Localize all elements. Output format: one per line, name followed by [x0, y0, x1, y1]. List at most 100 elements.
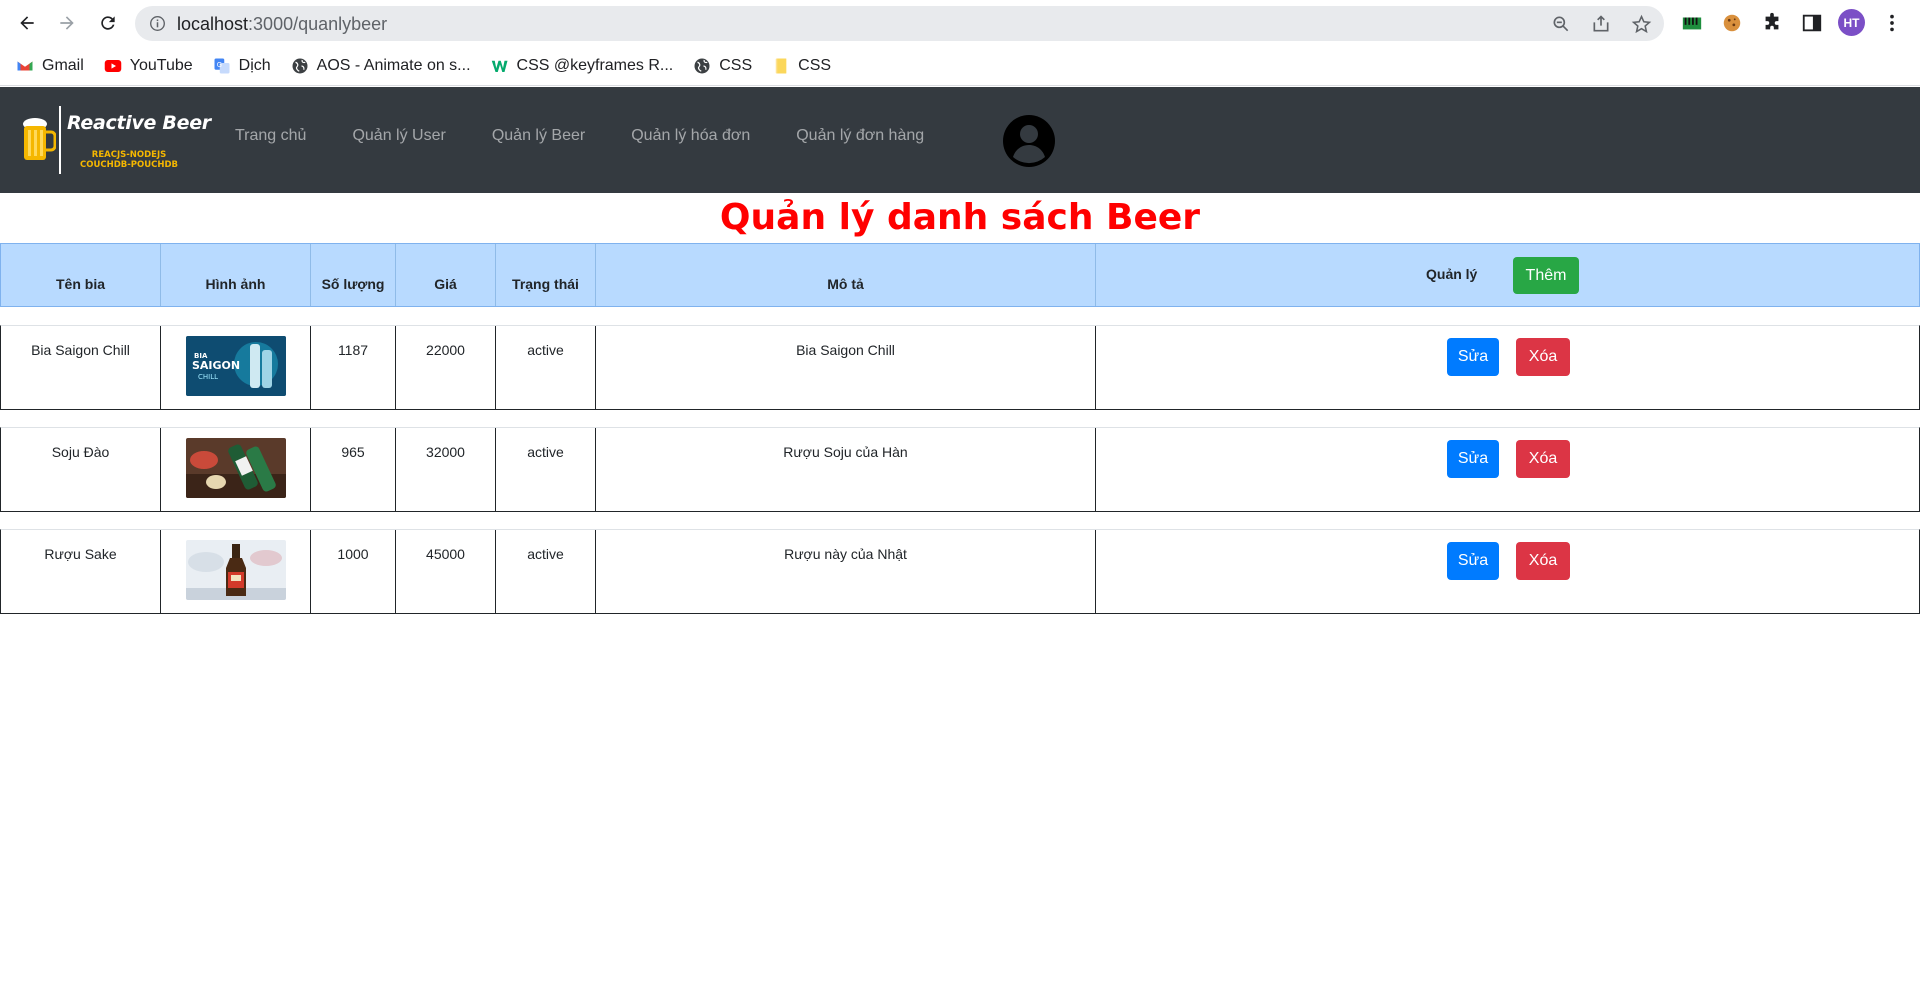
- cell-name: Rượu Sake: [1, 530, 161, 613]
- brand-divider: [59, 106, 61, 174]
- extension-cookie-icon[interactable]: [1718, 9, 1745, 36]
- w3schools-icon: [491, 57, 509, 75]
- cell-quantity: 1187: [311, 326, 396, 409]
- profile-initials: HT: [1838, 9, 1865, 36]
- table-header: Tên bia Hình ảnh Số lượng Giá Trạng thái…: [0, 243, 1920, 307]
- soju-image: [185, 438, 286, 498]
- bookmark-css[interactable]: CSS: [693, 57, 752, 75]
- delete-button[interactable]: Xóa: [1516, 542, 1570, 580]
- url-path: :3000/quanlybeer: [248, 14, 388, 34]
- bookmark-gmail[interactable]: Gmail: [16, 57, 84, 75]
- brand-logo[interactable]: Reactive Beer REACJS-NODEJS COUCHDB-POUC…: [22, 106, 211, 174]
- svg-text:SAIGON: SAIGON: [192, 359, 240, 372]
- zoom-icon[interactable]: [1550, 13, 1572, 35]
- user-avatar-icon[interactable]: [1002, 114, 1056, 168]
- side-panel-icon[interactable]: [1798, 9, 1825, 36]
- folder-icon: [772, 57, 790, 75]
- translate-icon: G: [213, 57, 231, 75]
- nav-item-users[interactable]: Quản lý User: [352, 127, 445, 145]
- cell-actions: Sửa Xóa: [1096, 326, 1919, 409]
- cell-image: [161, 428, 311, 511]
- back-icon[interactable]: [14, 10, 40, 36]
- nav-item-home[interactable]: Trang chủ: [235, 127, 306, 145]
- bookmarks-bar: Gmail YouTube G Dịch AOS - Animate on s.…: [0, 46, 1920, 86]
- cell-price: 45000: [396, 530, 496, 613]
- url-host: localhost: [177, 14, 249, 34]
- cell-description: Bia Saigon Chill: [596, 326, 1096, 409]
- edit-button[interactable]: Sửa: [1447, 542, 1499, 580]
- bookmark-aos[interactable]: AOS - Animate on s...: [291, 57, 471, 75]
- forward-icon[interactable]: [54, 10, 80, 36]
- share-icon[interactable]: [1590, 13, 1612, 35]
- header-status: Trạng thái: [496, 244, 596, 306]
- edit-button[interactable]: Sửa: [1447, 338, 1499, 376]
- table-row: Soju Đào 965 32000 active Rượu Soju của …: [0, 427, 1920, 512]
- cell-actions: Sửa Xóa: [1096, 428, 1919, 511]
- cell-status: active: [496, 530, 596, 613]
- profile-avatar[interactable]: HT: [1838, 9, 1865, 36]
- header-price: Giá: [396, 244, 496, 306]
- delete-button[interactable]: Xóa: [1516, 338, 1570, 376]
- cell-price: 32000: [396, 428, 496, 511]
- nav-item-orders[interactable]: Quản lý đơn hàng: [796, 127, 924, 145]
- cell-image: [161, 530, 311, 613]
- bookmark-dich[interactable]: G Dịch: [213, 57, 271, 75]
- nav-item-beer[interactable]: Quản lý Beer: [492, 127, 585, 145]
- youtube-icon: [104, 57, 122, 75]
- bookmark-label: CSS @keyframes R...: [516, 56, 674, 74]
- bookmark-youtube[interactable]: YouTube: [104, 57, 193, 75]
- saigon-chill-image: BIA SAIGON CHILL: [185, 336, 286, 396]
- site-info-icon[interactable]: [149, 15, 166, 32]
- bookmark-label: Dịch: [238, 56, 271, 74]
- svg-text:G: G: [216, 60, 221, 68]
- header-quantity: Số lượng: [311, 244, 396, 306]
- reload-icon[interactable]: [95, 10, 121, 36]
- bookmark-label: YouTube: [129, 56, 193, 74]
- cell-description: Rượu Soju của Hàn: [596, 428, 1096, 511]
- address-bar[interactable]: localhost:3000/quanlybeer: [135, 6, 1664, 41]
- sake-image: [185, 540, 286, 600]
- nav-item-invoices[interactable]: Quản lý hóa đơn: [631, 127, 750, 145]
- extension-piano-icon[interactable]: [1678, 9, 1705, 36]
- brand-subtitle-line1: REACJS-NODEJS: [91, 150, 167, 160]
- bookmark-label: AOS - Animate on s...: [316, 56, 471, 74]
- cell-status: active: [496, 428, 596, 511]
- brand-subtitle: REACJS-NODEJS COUCHDB-POUCHDB: [80, 150, 178, 170]
- header-description: Mô tả: [596, 244, 1096, 306]
- browser-toolbar: localhost:3000/quanlybeer HT: [0, 0, 1920, 46]
- table-row: Rượu Sake 1000 45000 active Rượu này của…: [0, 529, 1920, 614]
- header-manage-cell: Quản lý Thêm: [1096, 244, 1919, 306]
- cell-actions: Sửa Xóa: [1096, 530, 1919, 613]
- globe-icon: [291, 57, 309, 75]
- globe-icon: [693, 57, 711, 75]
- cell-description: Rượu này của Nhật: [596, 530, 1096, 613]
- app-navbar: Reactive Beer REACJS-NODEJS COUCHDB-POUC…: [0, 87, 1920, 193]
- svg-text:CHILL: CHILL: [198, 373, 218, 381]
- cell-name: Bia Saigon Chill: [1, 326, 161, 409]
- cell-quantity: 1000: [311, 530, 396, 613]
- brand-title: Reactive Beer: [67, 112, 211, 134]
- bookmark-label: Gmail: [42, 56, 84, 74]
- brand-subtitle-line2: COUCHDB-POUCHDB: [80, 160, 179, 170]
- bookmark-label: CSS: [719, 56, 753, 74]
- header-name: Tên bia: [1, 244, 161, 306]
- bookmark-css-folder[interactable]: CSS: [772, 57, 831, 75]
- bookmark-label: CSS: [798, 56, 832, 74]
- cell-name: Soju Đào: [1, 428, 161, 511]
- delete-button[interactable]: Xóa: [1516, 440, 1570, 478]
- bookmark-star-icon[interactable]: [1630, 13, 1652, 35]
- cell-image: BIA SAIGON CHILL: [161, 326, 311, 409]
- more-menu-icon[interactable]: [1878, 9, 1905, 36]
- bookmark-css-keyframes[interactable]: CSS @keyframes R...: [491, 56, 674, 75]
- extensions-puzzle-icon[interactable]: [1758, 9, 1785, 36]
- cell-price: 22000: [396, 326, 496, 409]
- main-menu: Trang chủ Quản lý User Quản lý Beer Quản…: [235, 127, 924, 145]
- table-row: Bia Saigon Chill BIA SAIGON CHILL 1187 2…: [0, 325, 1920, 410]
- beer-table: Tên bia Hình ảnh Số lượng Giá Trạng thái…: [0, 243, 1920, 614]
- edit-button[interactable]: Sửa: [1447, 440, 1499, 478]
- cell-quantity: 965: [311, 428, 396, 511]
- url-text: localhost:3000/quanlybeer: [177, 14, 387, 35]
- page-title: Quản lý danh sách Beer: [719, 197, 1201, 238]
- header-image: Hình ảnh: [161, 244, 311, 306]
- add-beer-button[interactable]: Thêm: [1513, 257, 1579, 294]
